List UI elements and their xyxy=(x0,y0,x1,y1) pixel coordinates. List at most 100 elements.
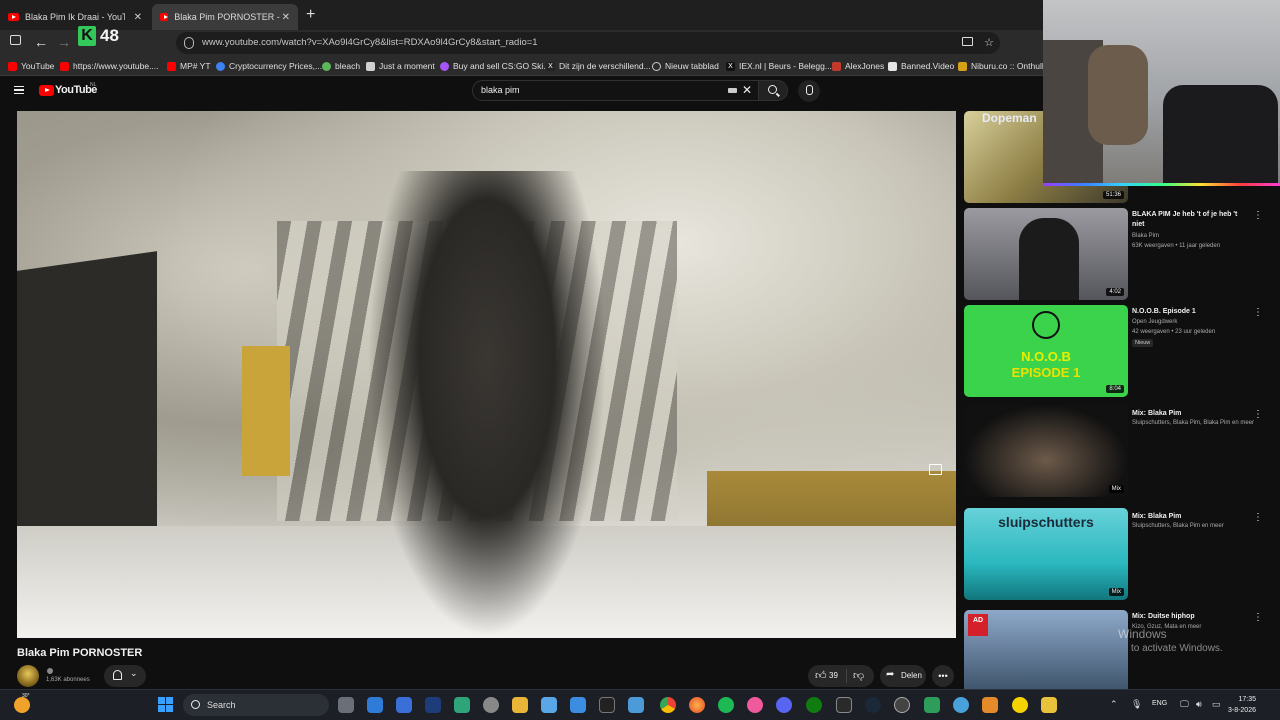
terminal-icon[interactable] xyxy=(599,697,615,713)
search-input[interactable]: blaka pim xyxy=(472,80,760,101)
recommendation-item[interactable]: Mix Mix: Blaka Pim Sluipschutters, Blaka… xyxy=(964,405,1264,499)
chrome-icon[interactable] xyxy=(660,697,676,713)
task-view-icon[interactable] xyxy=(338,697,354,713)
more-vert-icon[interactable]: ⋮ xyxy=(1253,612,1263,623)
app-icon[interactable] xyxy=(1041,697,1057,713)
video-thumbnail[interactable]: sluipschutters Mix xyxy=(964,508,1128,600)
new-tab-icon[interactable]: + xyxy=(306,6,315,24)
video-thumbnail[interactable]: Mix xyxy=(964,405,1128,497)
video-thumbnail[interactable]: AD xyxy=(964,610,1128,689)
snapchat-icon[interactable] xyxy=(1012,697,1028,713)
app-sbo-icon[interactable] xyxy=(425,697,441,713)
extension-k-logo[interactable]: K xyxy=(78,26,96,46)
discord-icon[interactable] xyxy=(776,697,792,713)
media-player-icon[interactable] xyxy=(982,697,998,713)
video-title[interactable]: N.O.O.B. Episode 1 xyxy=(1132,307,1250,317)
xbox-icon[interactable] xyxy=(806,697,822,713)
video-thumbnail[interactable]: 4:02 xyxy=(964,208,1128,300)
video-player[interactable] xyxy=(17,111,956,638)
more-vert-icon[interactable]: ⋮ xyxy=(1253,512,1263,523)
more-actions-button[interactable]: ••• xyxy=(932,665,954,687)
bookmark-csgo-skins[interactable]: Buy and sell CS:GO Ski... xyxy=(440,61,550,71)
channel-name[interactable]: Blaka Pim xyxy=(1132,233,1262,239)
itunes-icon[interactable] xyxy=(747,697,763,713)
channel-name[interactable]: Open Jeugdwerk xyxy=(1132,319,1262,325)
share-button[interactable]: ➦ Delen xyxy=(880,665,926,687)
address-bar[interactable]: www.youtube.com/watch?v=XAo9l4GrCy8&list… xyxy=(176,32,1000,54)
bookmark-nieuw-tabblad[interactable]: Nieuw tabblad xyxy=(652,61,719,71)
clock[interactable]: 17:35 3-8-2026 xyxy=(1228,694,1256,716)
more-vert-icon[interactable]: ⋮ xyxy=(1253,210,1263,221)
clear-search-icon[interactable]: ✕ xyxy=(742,83,752,97)
video-title[interactable]: Mix: Blaka Pim xyxy=(1132,512,1250,522)
app-icon[interactable] xyxy=(454,697,470,713)
youtube-logo-icon[interactable] xyxy=(39,85,54,96)
bookmark-niburu[interactable]: Niburu.co :: Onthulle xyxy=(958,61,1048,71)
thumbs-down-icon[interactable]: 👎︎ xyxy=(853,669,864,682)
spotify-icon[interactable] xyxy=(718,697,734,713)
app-icon[interactable] xyxy=(894,697,910,713)
channel-avatar[interactable] xyxy=(17,665,39,687)
firefox-icon[interactable] xyxy=(689,697,705,713)
site-info-icon[interactable] xyxy=(184,37,194,49)
video-thumbnail[interactable]: N.O.O.B EPISODE 1 8:04 xyxy=(964,305,1128,397)
epic-games-icon[interactable] xyxy=(836,697,852,713)
video-title[interactable]: Mix: Blaka Pim xyxy=(1132,409,1250,419)
windows-start-icon[interactable] xyxy=(158,697,174,713)
video-title[interactable]: BLAKA PIM Je heb 't of je heb 't niet xyxy=(1132,210,1250,230)
voice-search-button[interactable] xyxy=(798,80,820,102)
file-explorer-icon[interactable] xyxy=(512,697,528,713)
hamburger-menu-icon[interactable] xyxy=(14,86,24,94)
tab-blaka-pim-pornoster[interactable]: Blaka Pim PORNOSTER - YouTube ✕ xyxy=(152,4,298,30)
bookmark-mp-yt[interactable]: MP# YT xyxy=(167,61,211,71)
channel-name[interactable]: Sluipschutters, Blaka Pim en meer xyxy=(1132,523,1262,529)
settings-gear-icon[interactable] xyxy=(483,697,499,713)
weather-icon[interactable] xyxy=(14,697,30,713)
sidebar-toggle-icon[interactable] xyxy=(10,35,21,45)
app-icon[interactable] xyxy=(924,697,940,713)
like-count[interactable]: 39 xyxy=(829,671,838,680)
bookmark-alexjones[interactable]: AlexJones xyxy=(832,61,884,71)
volume-icon[interactable]: 🔊︎ xyxy=(1196,699,1202,710)
recommendation-item[interactable]: sluipschutters Mix Mix: Blaka Pim Sluips… xyxy=(964,508,1264,602)
keyboard-icon[interactable] xyxy=(728,88,737,93)
video-title[interactable]: Mix: Duitse hiphop xyxy=(1132,612,1250,622)
microphone-icon[interactable]: 🎙︎ xyxy=(1131,699,1142,710)
bookmark-verschillend[interactable]: X Dit zijn de verschillend... xyxy=(546,61,651,71)
photos-icon[interactable] xyxy=(628,697,644,713)
bookmark-bleach[interactable]: bleach xyxy=(322,61,360,71)
bookmark-cryptocurrency[interactable]: Cryptocurrency Prices,... xyxy=(216,61,322,71)
app-icon[interactable] xyxy=(541,697,557,713)
channel-name[interactable]: Sluipschutters, Blaka Pim, Blaka Pim en … xyxy=(1132,420,1262,426)
tab-blaka-pim-ik-draai[interactable]: Blaka Pim Ik Draai - YouTube ✕ xyxy=(0,4,150,30)
language-indicator[interactable]: ENG xyxy=(1152,700,1167,707)
notification-bell-button[interactable]: ⌄ xyxy=(104,665,146,687)
back-arrow-icon[interactable]: ← xyxy=(34,34,48,50)
outlook-icon[interactable] xyxy=(367,697,383,713)
install-app-icon[interactable] xyxy=(962,37,973,46)
tab-close-icon[interactable]: ✕ xyxy=(134,12,142,23)
network-icon[interactable]: 🖵︎ xyxy=(1180,699,1189,710)
steam-icon[interactable] xyxy=(865,697,881,713)
ad-logo: AD xyxy=(968,614,988,636)
taskbar-search[interactable]: Search xyxy=(183,694,329,716)
forward-arrow-icon[interactable]: → xyxy=(57,34,71,50)
calculator-icon[interactable] xyxy=(396,697,412,713)
more-vert-icon[interactable]: ⋮ xyxy=(1253,307,1263,318)
recommendation-item[interactable]: 4:02 BLAKA PIM Je heb 't of je heb 't ni… xyxy=(964,208,1264,302)
miniplayer-icon[interactable] xyxy=(929,464,942,475)
thumbs-up-icon[interactable]: 👍︎ xyxy=(815,669,827,682)
bookmark-just-a-moment[interactable]: Just a moment xyxy=(366,61,435,71)
bookmark-star-icon[interactable]: ☆ xyxy=(984,37,994,49)
bookmark-youtube[interactable]: YouTube xyxy=(8,61,54,71)
recommendation-item[interactable]: N.O.O.B EPISODE 1 8:04 N.O.O.B. Episode … xyxy=(964,305,1264,399)
microsoft-store-icon[interactable] xyxy=(570,697,586,713)
more-vert-icon[interactable]: ⋮ xyxy=(1253,409,1263,420)
app-icon[interactable] xyxy=(953,697,969,713)
bookmark-youtube-url[interactable]: https://www.youtube.... xyxy=(60,61,159,71)
bookmark-iex[interactable]: X IEX.nl | Beurs - Belegg... xyxy=(726,61,832,71)
tab-close-icon[interactable]: ✕ xyxy=(282,12,290,23)
bookmark-banned-video[interactable]: Banned.Video xyxy=(888,61,954,71)
search-button[interactable] xyxy=(758,80,788,101)
chevron-up-icon[interactable]: ⌃ xyxy=(1110,699,1118,710)
